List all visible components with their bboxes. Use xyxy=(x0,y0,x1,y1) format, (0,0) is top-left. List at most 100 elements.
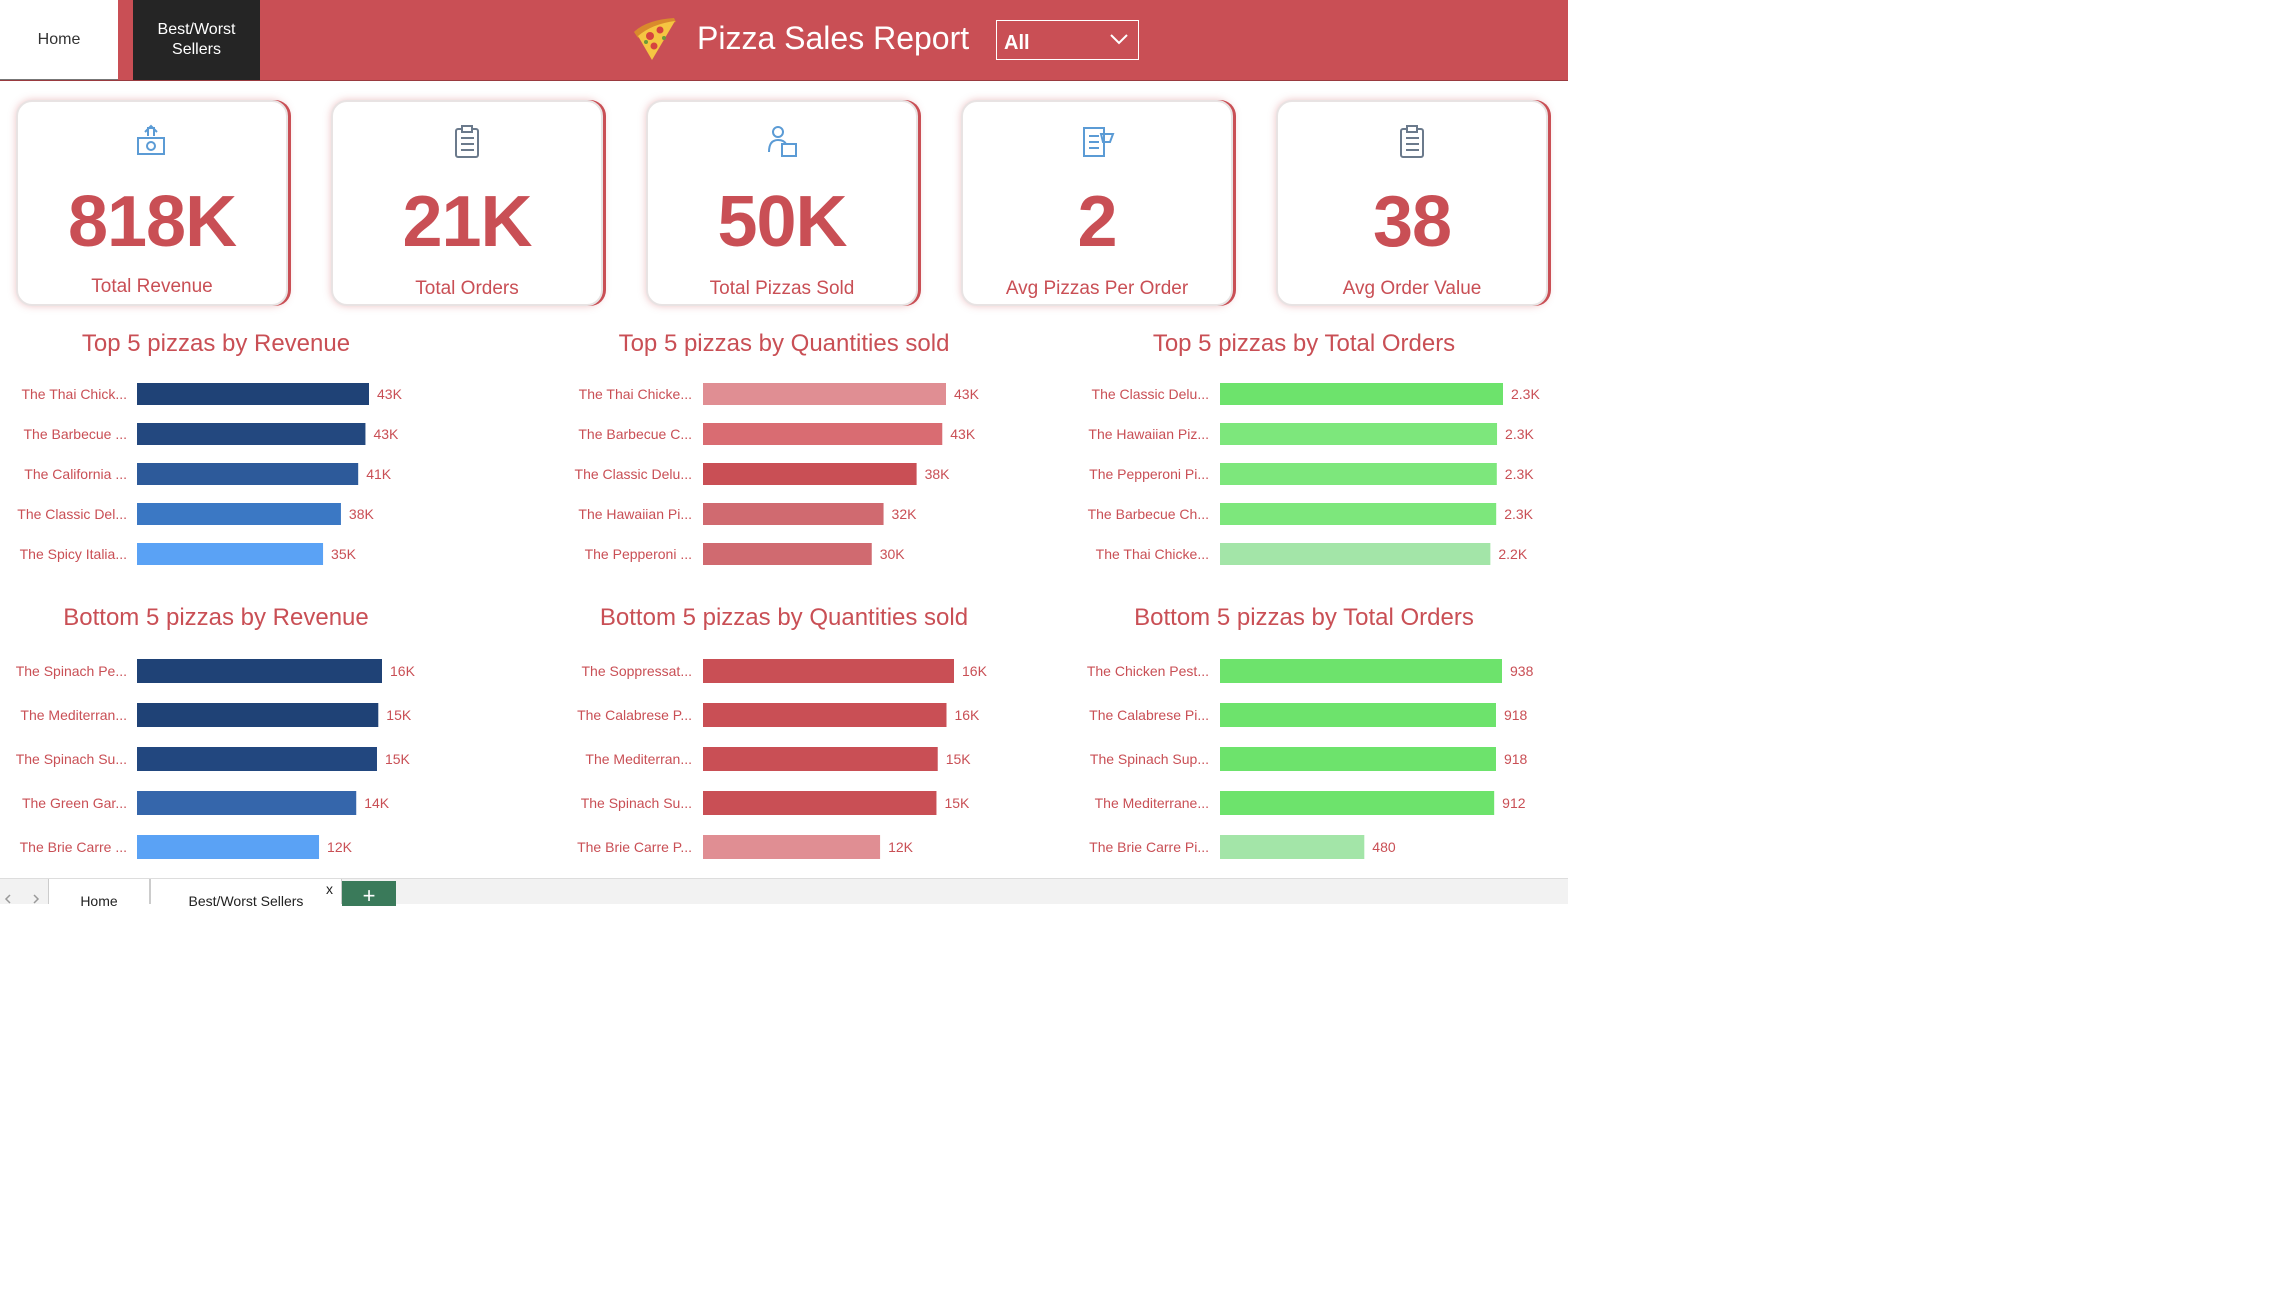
nav-best-worst-button[interactable]: Best/Worst Sellers xyxy=(133,0,260,80)
data-label: 43K xyxy=(377,386,403,402)
category-label: The Classic Del... xyxy=(17,506,127,522)
category-label: The Barbecue Ch... xyxy=(1088,506,1209,522)
data-label: 2.3K xyxy=(1505,426,1534,442)
bar[interactable] xyxy=(1220,383,1503,405)
kpi-value: 21K xyxy=(402,182,532,262)
category-label: The Spinach Su... xyxy=(16,751,127,767)
chart-title-bottom-revenue: Bottom 5 pizzas by Revenue xyxy=(63,604,369,631)
filter-dropdown[interactable]: All xyxy=(996,20,1139,60)
clipboard-icon xyxy=(1400,125,1424,158)
data-label: 38K xyxy=(925,466,951,482)
sheet-tab-label: Best/Worst Sellers xyxy=(188,893,304,909)
bar[interactable] xyxy=(703,503,884,525)
data-label: 938 xyxy=(1510,663,1534,679)
data-label: 43K xyxy=(950,426,976,442)
bar[interactable] xyxy=(1220,835,1365,859)
chart-title-top-quantity: Top 5 pizzas by Quantities sold xyxy=(618,330,950,357)
bar[interactable] xyxy=(1220,463,1497,485)
category-label: The Classic Delu... xyxy=(1092,386,1209,402)
category-label: The Pepperoni Pi... xyxy=(1089,466,1209,482)
bar[interactable] xyxy=(137,659,382,683)
data-label: 16K xyxy=(962,663,988,679)
bar[interactable] xyxy=(137,463,359,485)
bar[interactable] xyxy=(137,503,341,525)
bar[interactable] xyxy=(1220,659,1502,683)
category-label: The Mediterran... xyxy=(20,707,127,723)
kpi-card-total-revenue: 818K Total Revenue xyxy=(16,100,288,306)
data-label: 15K xyxy=(946,751,972,767)
category-label: The Barbecue C... xyxy=(578,426,692,442)
sheet-tab-best-worst-sellers[interactable]: Best/Worst Sellers xyxy=(150,879,342,909)
data-label: 16K xyxy=(954,707,980,723)
add-sheet-button[interactable]: + xyxy=(342,881,396,908)
bar[interactable] xyxy=(1220,543,1491,565)
bar[interactable] xyxy=(137,747,377,771)
data-label: 918 xyxy=(1504,707,1528,723)
kpi-label: Total Pizzas Sold xyxy=(709,278,855,299)
kpi-card-total-orders: 21K Total Orders xyxy=(331,100,603,306)
kpi-card-total-pizzas-sold: 50K Total Pizzas Sold xyxy=(646,100,918,306)
bar[interactable] xyxy=(1220,791,1495,815)
report-header: Home Best/Worst Sellers Pizza Sales Repo… xyxy=(0,0,1568,81)
kpi-value: 818K xyxy=(67,182,237,262)
category-label: The Brie Carre Pi... xyxy=(1089,839,1209,855)
bar[interactable] xyxy=(1220,703,1496,727)
chart-title-bottom-quantity: Bottom 5 pizzas by Quantities sold xyxy=(599,604,969,631)
data-label: 41K xyxy=(366,466,392,482)
category-label: The Pepperoni ... xyxy=(585,546,692,562)
kpi-value: 38 xyxy=(1372,182,1452,262)
clipboard-icon xyxy=(455,125,479,158)
bar[interactable] xyxy=(703,747,938,771)
bar[interactable] xyxy=(703,543,872,565)
sheet-scroll-arrows-icon[interactable] xyxy=(0,879,48,904)
bar[interactable] xyxy=(1220,423,1498,445)
category-label: The Spinach Su... xyxy=(581,795,692,811)
bar[interactable] xyxy=(1220,503,1497,525)
bar[interactable] xyxy=(137,703,379,727)
nav-home-button[interactable]: Home xyxy=(0,0,118,80)
bar[interactable] xyxy=(137,791,357,815)
sheet-tab-label: Home xyxy=(80,893,118,909)
bar[interactable] xyxy=(703,659,954,683)
bar[interactable] xyxy=(137,835,320,859)
bar[interactable] xyxy=(703,423,943,445)
bar[interactable] xyxy=(137,423,366,445)
category-label: The Brie Carre ... xyxy=(20,839,127,855)
checklist-icon xyxy=(1083,127,1115,157)
bar[interactable] xyxy=(703,383,946,405)
chart-title-top-revenue: Top 5 pizzas by Revenue xyxy=(81,330,351,357)
chevron-down-icon xyxy=(1110,34,1128,45)
category-label: The Thai Chicke... xyxy=(1096,546,1209,562)
kpi-label: Avg Order Value xyxy=(1342,278,1482,299)
data-label: 15K xyxy=(386,707,412,723)
kpi-label: Total Orders xyxy=(415,278,519,299)
data-label: 14K xyxy=(364,795,390,811)
category-label: The Brie Carre P... xyxy=(577,839,692,855)
data-label: 480 xyxy=(1372,839,1396,855)
data-label: 16K xyxy=(390,663,416,679)
data-label: 30K xyxy=(880,546,906,562)
data-label: 918 xyxy=(1504,751,1528,767)
data-label: 15K xyxy=(385,751,411,767)
category-label: The Calabrese P... xyxy=(577,707,692,723)
bar[interactable] xyxy=(703,835,881,859)
sheet-tab-bar: Home Best/Worst Sellers x + xyxy=(0,878,1568,909)
bar[interactable] xyxy=(703,703,947,727)
sheet-tab-home[interactable]: Home xyxy=(48,879,150,909)
data-label: 2.2K xyxy=(1498,546,1527,562)
chart-bottom-revenue: The Spinach Pe... 16K The Mediterran... 15K… xyxy=(16,659,416,859)
data-label: 12K xyxy=(327,839,353,855)
bar[interactable] xyxy=(703,791,937,815)
kpi-label: Avg Pizzas Per Order xyxy=(1005,278,1189,299)
bar[interactable] xyxy=(137,383,369,405)
data-label: 912 xyxy=(1502,795,1526,811)
bar[interactable] xyxy=(703,463,917,485)
close-tab-icon[interactable]: x xyxy=(326,881,333,897)
data-label: 2.3K xyxy=(1504,506,1533,522)
chart-title-top-orders: Top 5 pizzas by Total Orders xyxy=(1152,330,1456,357)
category-label: The Barbecue ... xyxy=(23,426,127,442)
chart-top-revenue: The Thai Chick... 43K The Barbecue ... 43K T… xyxy=(17,383,403,565)
bar[interactable] xyxy=(137,543,324,565)
bar[interactable] xyxy=(1220,747,1496,771)
chart-top-quantity: The Thai Chicke... 43K The Barbecue C... 43… xyxy=(575,383,980,565)
